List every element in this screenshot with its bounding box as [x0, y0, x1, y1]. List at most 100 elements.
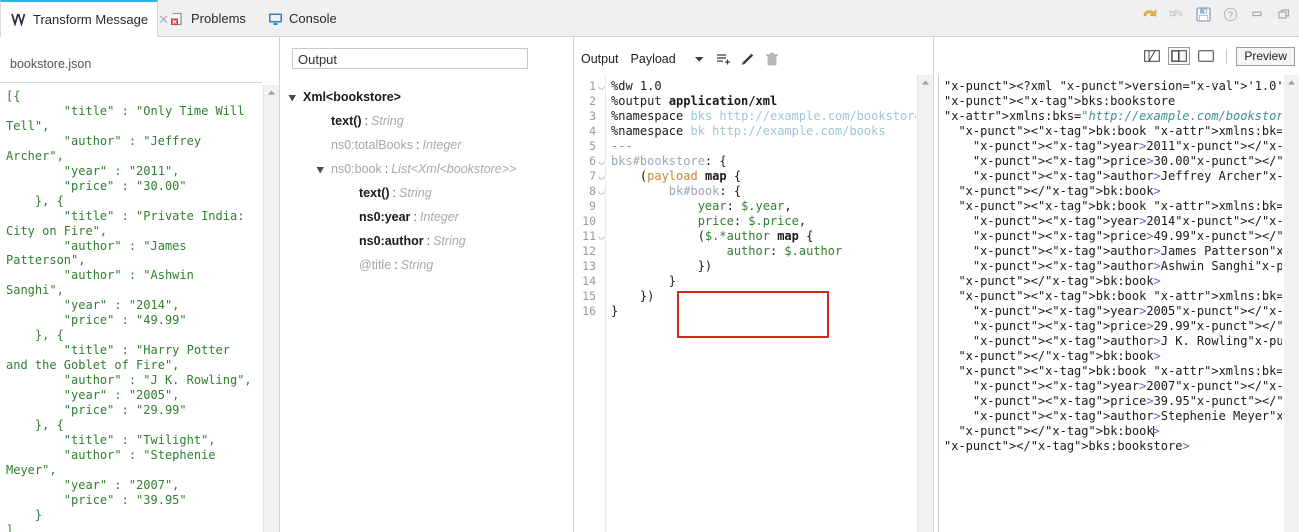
code-line[interactable]: 8 ◡ bk#book: {	[574, 184, 916, 199]
scroll-up-icon[interactable]	[264, 85, 279, 99]
dataweave-scroll-thumb[interactable]	[919, 91, 932, 521]
preview-button[interactable]: Preview	[1236, 46, 1295, 66]
scroll-up-icon[interactable]	[1284, 75, 1299, 89]
help-icon[interactable]: ?	[1221, 5, 1239, 23]
chevron-down-icon[interactable]	[688, 48, 712, 70]
line-number: 1	[589, 79, 596, 93]
trash-icon[interactable]	[760, 48, 784, 70]
tree-item[interactable]: ns0:totalBooks : Integer	[280, 133, 573, 157]
code-line[interactable]: 14 }	[574, 274, 916, 289]
save-icon[interactable]	[1194, 5, 1212, 23]
tab-transform-message[interactable]: Transform Message ✕	[0, 0, 169, 37]
tree-item[interactable]: text() : String	[280, 181, 573, 205]
tree-item-separator: :	[364, 114, 369, 128]
tree-item[interactable]: ns0:author : String	[280, 229, 573, 253]
code-text: ($.*author map {	[611, 229, 814, 243]
input-json-viewer[interactable]: [{ "title" : "Only Time Will Tell", "aut…	[0, 83, 262, 532]
tree-expand-icon[interactable]	[288, 92, 299, 103]
code-line[interactable]: 16}	[574, 304, 916, 319]
code-text: %dw 1.0	[611, 79, 662, 93]
xml-line: "x-punct"></"x-tag">bk:book>	[958, 348, 1161, 363]
tab-transform-message-label: Transform Message	[33, 12, 149, 27]
xml-line: "x-punct"><"x-tag">price>30.00"x-punct">…	[972, 153, 1282, 168]
tree-item-label: ns0:book	[331, 162, 382, 176]
tree-item-separator: :	[426, 234, 431, 248]
tab-console-label: Console	[289, 11, 337, 26]
line-number: 8	[589, 184, 596, 198]
xml-line: "x-punct"></"x-tag">bk:book>	[958, 423, 1160, 438]
input-json-text: [{ "title" : "Only Time Will Tell", "aut…	[6, 89, 252, 532]
tree-item-label: text()	[331, 114, 362, 128]
tree-item-type: List<Xml<bookstore>>	[391, 162, 517, 176]
code-line[interactable]: 11 ◡ ($.*author map {	[574, 229, 916, 244]
layout-split-icon[interactable]	[1168, 47, 1191, 65]
line-number: 7	[589, 169, 596, 183]
tree-item[interactable]: ns0:book : List<Xml<bookstore>>	[280, 157, 573, 181]
preview-scroll-thumb[interactable]	[1285, 91, 1298, 521]
code-fold-icon[interactable]: ◡	[597, 169, 606, 184]
xml-output-viewer[interactable]: "x-punct"><?xml "x-punct">version="x-val…	[938, 75, 1282, 532]
xml-line: "x-punct"><"x-tag">year>2014"x-punct"></…	[972, 213, 1282, 228]
dataweave-code-area[interactable]: 1 ◡ %dw 1.0 2 %output application/xml 3 %names…	[574, 75, 916, 532]
code-line[interactable]: 5 ---	[574, 139, 916, 154]
tree-item[interactable]: ns0:year : Integer	[280, 205, 573, 229]
dataweave-toolbar: Output Payload	[574, 47, 784, 71]
add-line-icon[interactable]	[712, 48, 736, 70]
pencil-icon[interactable]	[736, 48, 760, 70]
xml-line: "x-punct"><"x-tag">year>2007"x-punct"></…	[972, 378, 1282, 393]
tree-item-separator: :	[384, 162, 389, 176]
layout-single-icon[interactable]	[1141, 47, 1163, 65]
tab-problems[interactable]: Problems	[160, 0, 256, 37]
toolbar-divider	[1226, 48, 1228, 64]
layout-wide-icon[interactable]	[1195, 47, 1217, 65]
code-line[interactable]: 13 })	[574, 259, 916, 274]
xml-line: "x-punct"><"x-tag">bk:book "x-attr">xmln…	[958, 288, 1282, 303]
code-line[interactable]: 1 ◡ %dw 1.0	[574, 79, 916, 94]
xml-line: "x-punct"></"x-tag">bks:bookstore>	[944, 438, 1190, 453]
tree-item-type: String	[399, 186, 432, 200]
dataweave-scrollbar[interactable]	[917, 75, 933, 532]
code-line[interactable]: 15 })	[574, 289, 916, 304]
code-line[interactable]: 12 author: $.author	[574, 244, 916, 259]
line-number: 5	[589, 139, 596, 153]
minimize-icon[interactable]	[1248, 5, 1266, 23]
tab-console[interactable]: Console	[258, 0, 350, 37]
xml-output-text: "x-punct"><?xml "x-punct">version="x-val…	[944, 75, 1282, 454]
input-scroll-thumb[interactable]	[265, 101, 278, 521]
xml-line: "x-punct"><"x-tag">author>Stephenie Meye…	[972, 408, 1282, 423]
code-line[interactable]: 9 year: $.year,	[574, 199, 916, 214]
code-line[interactable]: 4 %namespace bk http://example.com/books	[574, 124, 916, 139]
xml-line: "x-punct"><"x-tag">price>29.99"x-punct">…	[972, 318, 1282, 333]
problems-icon	[170, 12, 185, 26]
undo-icon[interactable]	[1140, 5, 1158, 23]
code-line[interactable]: 7 ◡ (payload map {	[574, 169, 916, 184]
code-line[interactable]: 6 ◡ bks#bookstore: {	[574, 154, 916, 169]
code-text: (payload map {	[611, 169, 742, 183]
code-fold-icon[interactable]: ◡	[597, 79, 606, 94]
preview-scrollbar[interactable]	[1284, 75, 1299, 532]
tree-item[interactable]: Xml<bookstore>	[280, 85, 573, 109]
output-tree[interactable]: Xml<bookstore> text() : String ns0:totalBo…	[280, 85, 573, 532]
code-text: %output application/xml	[611, 94, 778, 108]
scroll-up-icon[interactable]	[918, 75, 933, 89]
dataweave-code[interactable]: 1 ◡ %dw 1.0 2 %output application/xml 3 %names…	[574, 79, 916, 319]
code-fold-icon[interactable]: ◡	[597, 229, 606, 244]
code-fold-icon[interactable]: ◡	[597, 154, 606, 169]
console-icon	[268, 12, 283, 26]
code-line[interactable]: 2 %output application/xml	[574, 94, 916, 109]
restore-icon[interactable]	[1275, 5, 1293, 23]
xml-line: "x-punct"><"x-tag">author>James Patterso…	[972, 243, 1282, 258]
code-fold-icon[interactable]: ◡	[597, 184, 606, 199]
code-line[interactable]: 3 %namespace bks http://example.com/books…	[574, 109, 916, 124]
tree-item[interactable]: text() : String	[280, 109, 573, 133]
line-number: 16	[582, 304, 596, 318]
input-scrollbar[interactable]	[263, 85, 279, 532]
code-text: bk#book: {	[668, 184, 742, 198]
output-search-input[interactable]: Output	[292, 48, 528, 69]
tree-item[interactable]: @title : String	[280, 253, 573, 277]
code-text: %namespace bk http://example.com/books	[611, 124, 886, 138]
code-line[interactable]: 10 price: $.price,	[574, 214, 916, 229]
tree-expand-icon[interactable]	[316, 164, 327, 175]
code-text: year: $.year,	[697, 199, 792, 213]
